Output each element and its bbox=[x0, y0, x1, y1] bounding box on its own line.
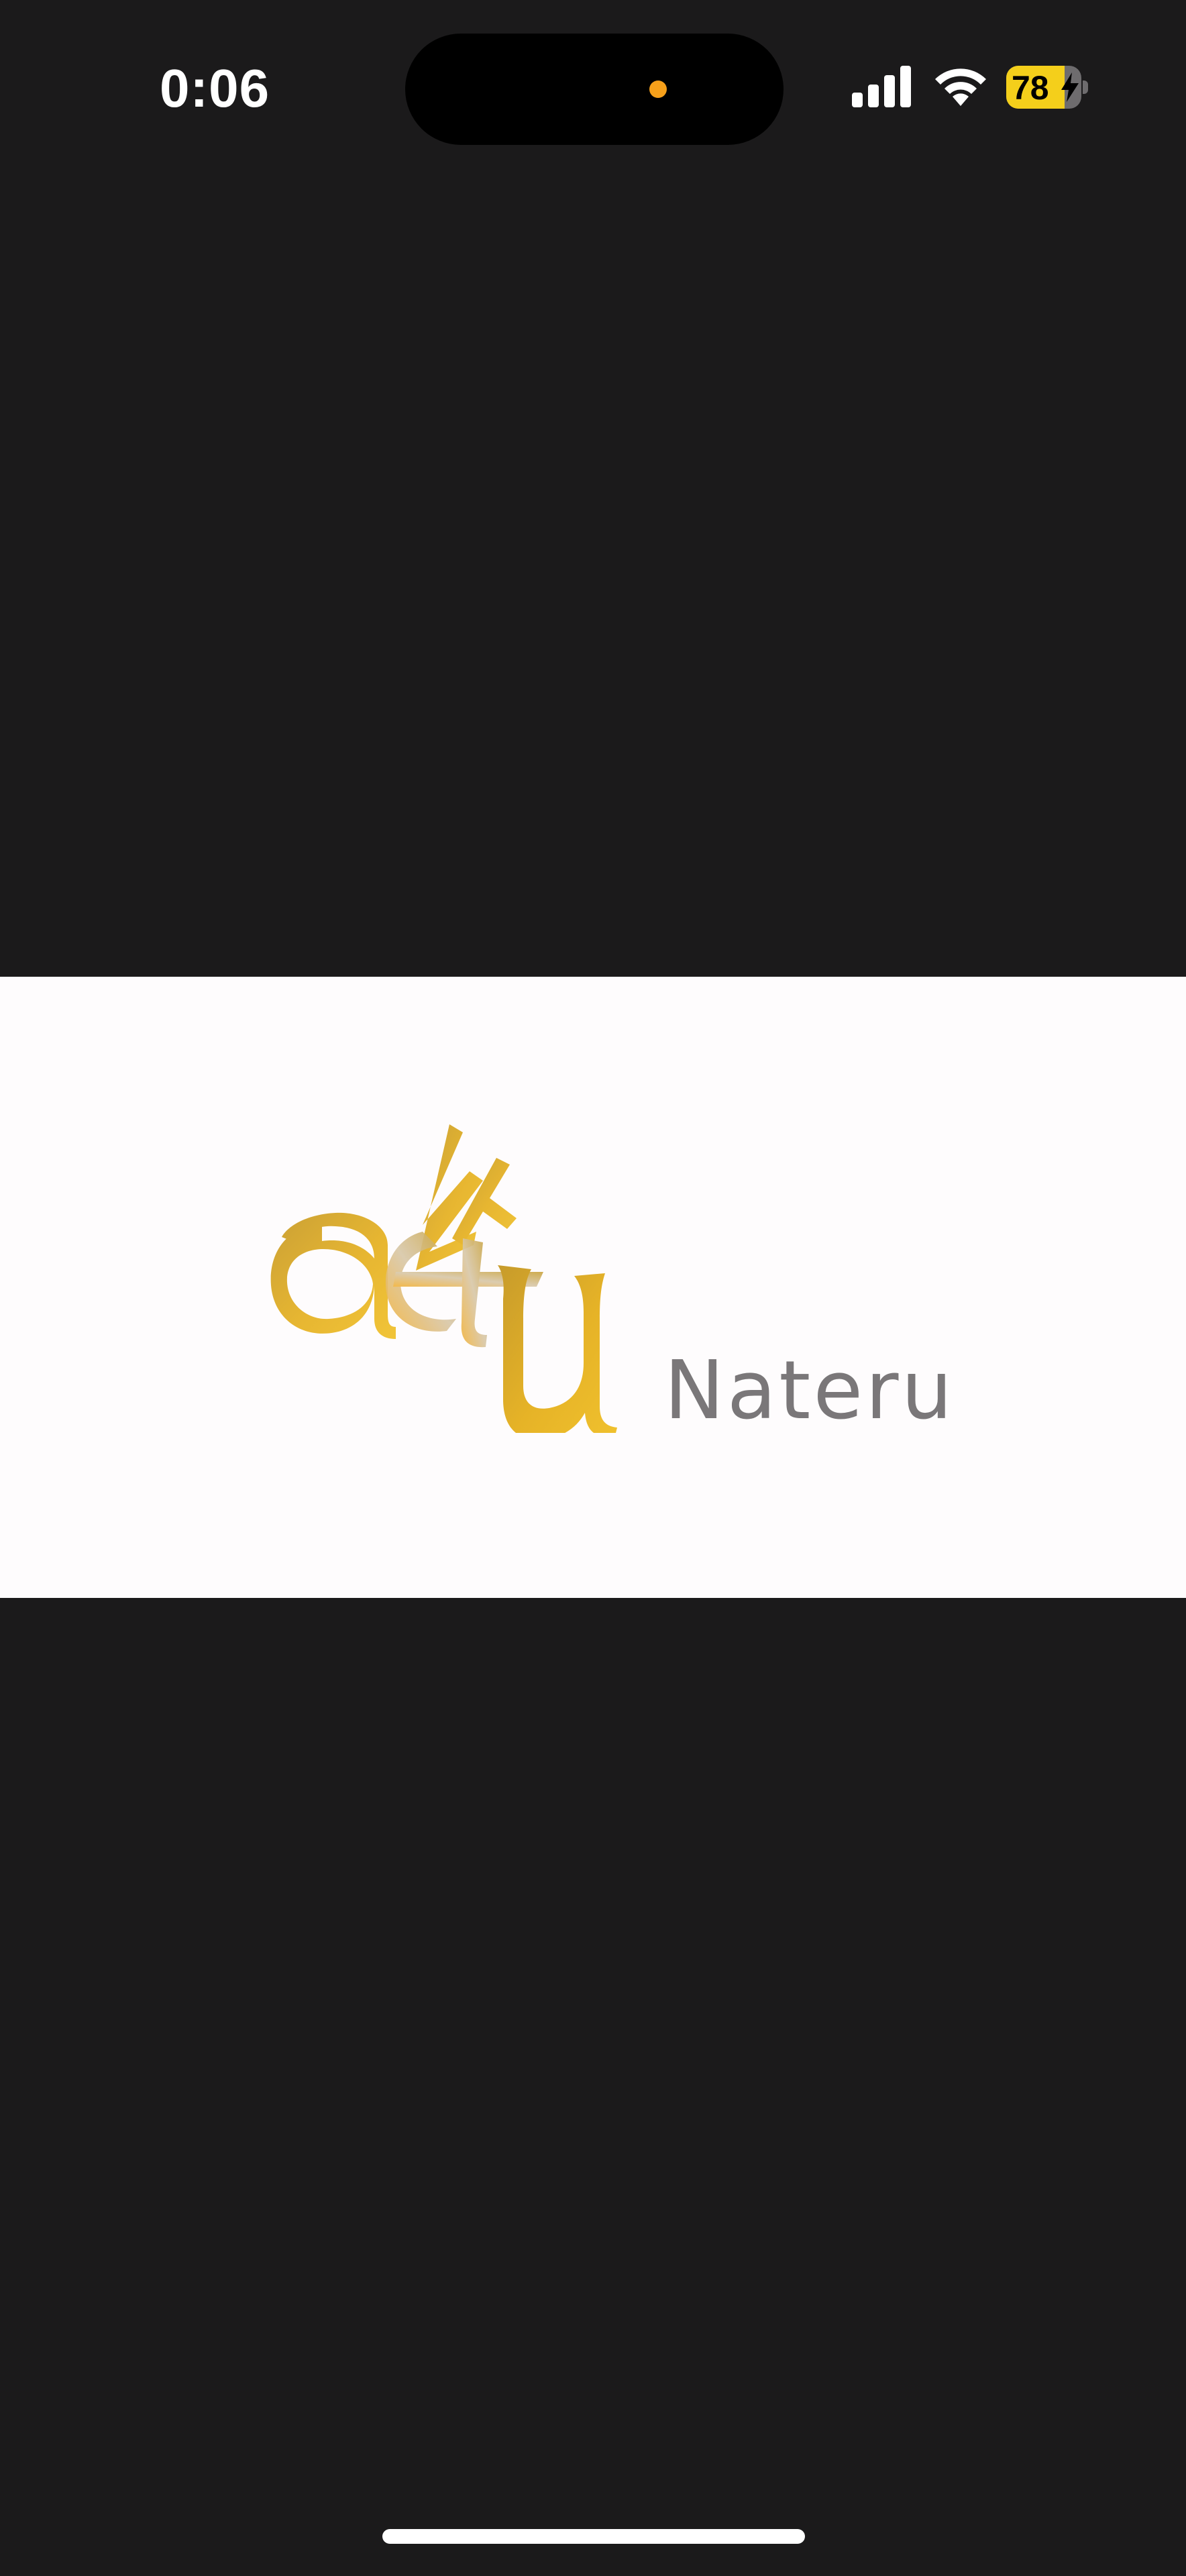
wifi-icon bbox=[935, 68, 986, 106]
battery-indicator: 78 bbox=[1006, 66, 1089, 109]
signal-icon bbox=[852, 66, 911, 107]
status-time: 0:06 bbox=[160, 58, 270, 118]
brand-wordmark: Nateru bbox=[664, 1344, 955, 1438]
dynamic-island bbox=[405, 34, 784, 145]
privacy-indicator-dot bbox=[649, 80, 667, 98]
battery-cap bbox=[1083, 80, 1088, 94]
battery-body: 78 bbox=[1006, 66, 1081, 109]
splash-logo-banner: Nateru bbox=[0, 977, 1186, 1598]
battery-level-text: 78 bbox=[1012, 69, 1049, 107]
bolt-icon bbox=[1061, 72, 1079, 102]
status-bar: 0:06 78 bbox=[0, 0, 1186, 174]
home-indicator[interactable] bbox=[382, 2529, 805, 2544]
brand-logo-mark bbox=[270, 1124, 617, 1433]
